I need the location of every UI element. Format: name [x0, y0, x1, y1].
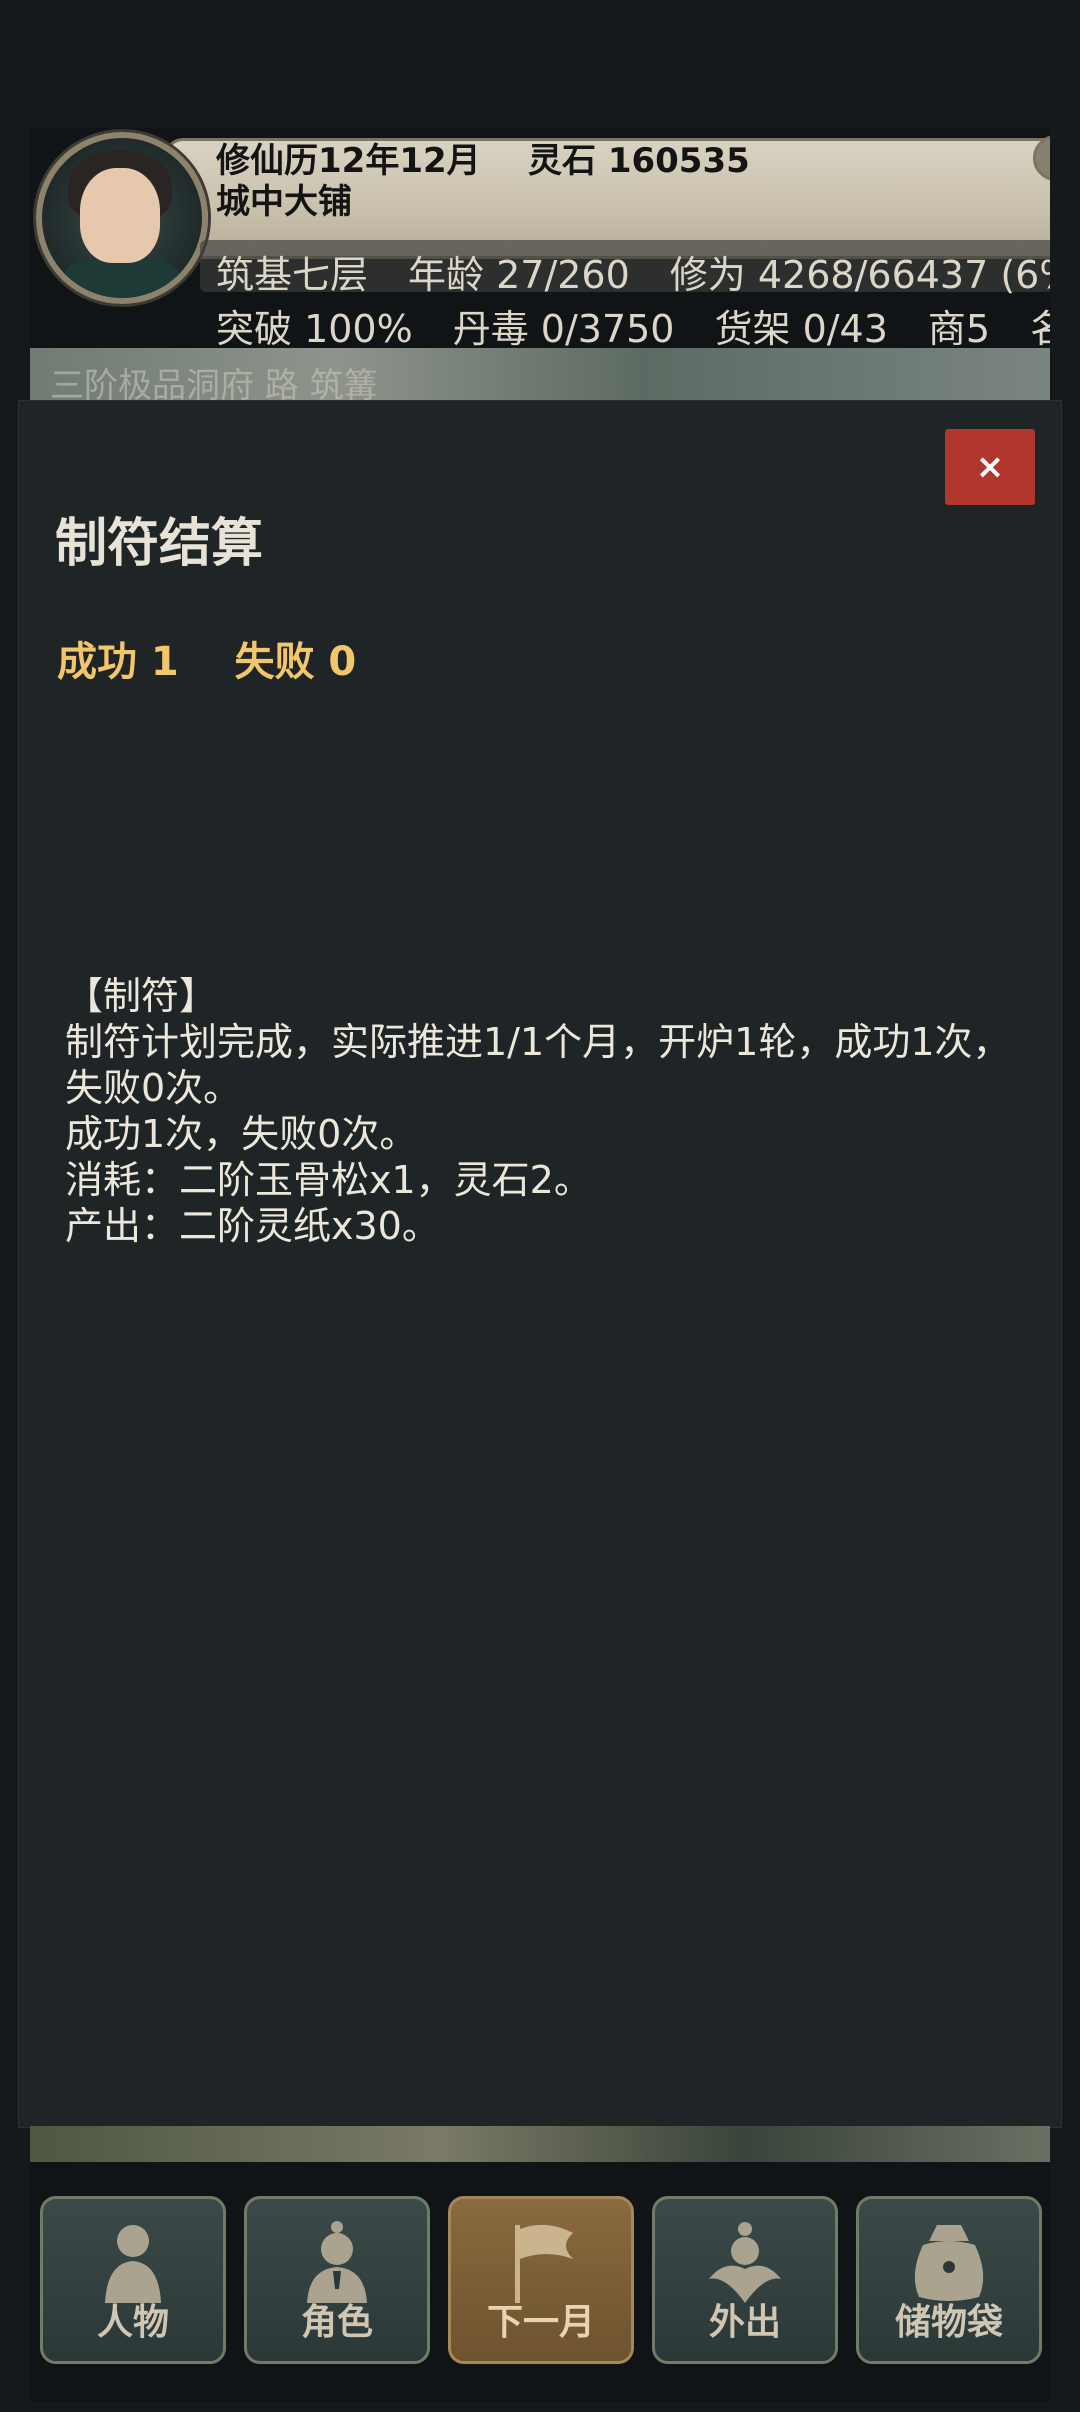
nav-next-month-button[interactable]: 下一月	[448, 2196, 634, 2364]
settlement-log: 【制符】 制符计划完成，实际推进1/1个月，开炉1轮，成功1次，失败0次。 成功…	[65, 973, 1035, 1249]
pill-toxicity-stat: 丹毒 0/3750	[452, 307, 675, 348]
status-header: 修仙历12年12月 灵石 160535 城中大铺 筑基七层 年龄 27/260 修为…	[30, 128, 1050, 348]
character-icon	[297, 2219, 377, 2303]
shelf-stat: 货架 0/43	[714, 307, 888, 348]
breakthrough-stat: 突破 100%	[216, 307, 413, 348]
travel-icon	[705, 2219, 785, 2303]
cultivation-stat: 修为 4268/66437 (6%)	[669, 253, 1050, 297]
scene-strip-bottom	[30, 2126, 1050, 2162]
nav-person-button[interactable]: 人物	[40, 2196, 226, 2364]
talisman-settlement-dialog: × 制符结算 成功 1 失败 0 【制符】 制符计划完成，实际推进1/1个月，开…	[18, 400, 1062, 2128]
result-summary: 成功 1 失败 0	[57, 639, 357, 685]
close-button[interactable]: ×	[945, 429, 1035, 505]
nav-label: 储物袋	[894, 2302, 1003, 2343]
reputation-stat: 名望	[1030, 307, 1050, 348]
log-line: 产出：二阶灵纸x30。	[65, 1204, 440, 1248]
avatar-robe	[62, 256, 182, 298]
nav-label: 人物	[96, 2302, 169, 2343]
spirit-stone-count: 灵石 160535	[528, 141, 750, 181]
log-line: 成功1次，失败0次。	[65, 1112, 418, 1156]
close-icon: ×	[975, 447, 1005, 487]
stats-row-1: 筑基七层 年龄 27/260 修为 4268/66437 (6%)	[216, 244, 1050, 299]
flag-icon	[501, 2219, 581, 2303]
person-icon	[93, 2219, 173, 2303]
stats-row-2: 突破 100% 丹毒 0/3750 货架 0/43 商5 名望	[216, 298, 1050, 348]
nav-label: 角色	[300, 2302, 373, 2343]
log-line: 【制符】	[65, 974, 218, 1018]
bottom-nav: 人物 角色 下一月 外出 储物袋	[30, 2162, 1050, 2402]
nav-label: 外出	[708, 2302, 781, 2343]
log-line: 消耗：二阶玉骨松x1，灵石2。	[65, 1158, 592, 1202]
nav-character-button[interactable]: 角色	[244, 2196, 430, 2364]
nav-bag-button[interactable]: 储物袋	[856, 2196, 1042, 2364]
age-stat: 年龄 27/260	[408, 253, 630, 297]
location-label: 城中大铺	[216, 182, 352, 222]
log-line: 制符计划完成，实际推进1/1个月，开炉1轮，成功1次，失败0次。	[65, 1020, 1011, 1110]
realm-stat: 筑基七层	[216, 253, 369, 297]
avatar-face	[80, 168, 160, 263]
nav-label: 下一月	[486, 2302, 595, 2343]
bag-icon	[909, 2219, 989, 2303]
scene-strip-top: 三阶极品洞府 路 筑篝	[30, 348, 1050, 406]
nav-travel-button[interactable]: 外出	[652, 2196, 838, 2364]
dialog-title: 制符结算	[55, 514, 264, 574]
avatar[interactable]	[36, 132, 208, 304]
merchant-stat: 商5	[927, 307, 991, 348]
